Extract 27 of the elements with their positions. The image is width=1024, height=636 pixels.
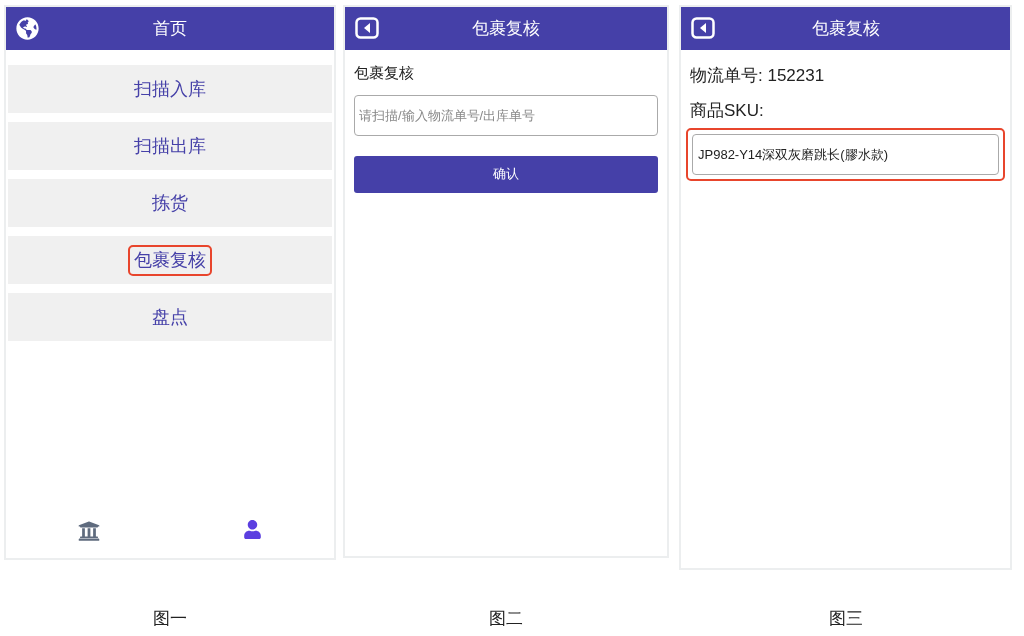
input-field[interactable]: 请扫描/输入物流单号/出库单号 bbox=[354, 94, 658, 136]
bank-icon bbox=[77, 520, 100, 542]
header-title: 首页 bbox=[153, 17, 187, 40]
user-icon bbox=[243, 520, 263, 539]
header-title: 包裹复核 bbox=[472, 17, 540, 40]
figure-caption: 图二 bbox=[489, 608, 523, 630]
back-icon[interactable] bbox=[355, 17, 379, 39]
menu-item[interactable]: 盘点 bbox=[8, 293, 332, 341]
tracking-number: 物流单号: 152231 bbox=[690, 65, 826, 87]
menu-label: 包裹复核 bbox=[128, 244, 212, 276]
globe-icon[interactable] bbox=[16, 17, 39, 40]
menu-label: 拣货 bbox=[151, 191, 189, 215]
figure-caption: 图一 bbox=[153, 608, 187, 630]
back-icon[interactable] bbox=[691, 17, 715, 39]
menu-item[interactable]: 扫描入库 bbox=[8, 65, 332, 113]
menu-label: 扫描出库 bbox=[133, 134, 207, 158]
confirm-button[interactable]: 确认 bbox=[354, 155, 658, 193]
sku-label: 商品SKU: bbox=[690, 99, 765, 122]
menu-item[interactable]: 拣货 bbox=[8, 179, 332, 227]
menu-item[interactable]: 扫描出库 bbox=[8, 122, 332, 170]
menu-label: 扫描入库 bbox=[133, 77, 207, 101]
menu-label: 盘点 bbox=[151, 305, 189, 329]
input-field[interactable]: JP982-Y14深双灰磨跳长(膠水款) bbox=[692, 134, 999, 175]
header-title: 包裹复核 bbox=[811, 17, 880, 40]
figure-caption: 图三 bbox=[828, 608, 863, 630]
menu-item[interactable]: 包裹复核 bbox=[8, 236, 332, 284]
section-heading: 包裹复核 bbox=[354, 63, 415, 83]
